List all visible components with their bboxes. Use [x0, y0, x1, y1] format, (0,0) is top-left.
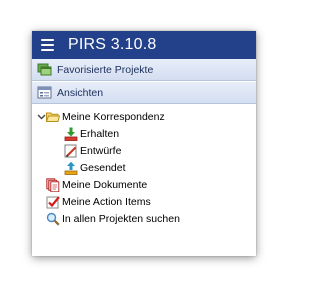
checkbox-checked-icon	[46, 195, 60, 209]
outbox-upload-icon	[64, 161, 78, 175]
tree-item-label: Meine Dokumente	[62, 178, 148, 191]
draft-pencil-icon	[64, 144, 78, 158]
app-title: PIRS 3.10.8	[68, 36, 157, 53]
tree-item-sent[interactable]: Gesendet	[32, 159, 256, 176]
navigation-panel: PIRS 3.10.8 Favorisierte Projekte Ansich…	[32, 31, 256, 256]
section-favorite-projects[interactable]: Favorisierte Projekte	[32, 59, 256, 81]
navigation-tree: Meine Korrespondenz Erhalten Entwürfe Ge…	[32, 104, 256, 227]
chevron-down-icon[interactable]	[36, 112, 46, 122]
tree-item-label: Gesendet	[80, 161, 126, 174]
tree-item-my-correspondence[interactable]: Meine Korrespondenz	[32, 108, 256, 125]
tree-item-received[interactable]: Erhalten	[32, 125, 256, 142]
tree-item-my-documents[interactable]: Meine Dokumente	[32, 176, 256, 193]
inbox-download-icon	[64, 127, 78, 141]
tree-item-label: Erhalten	[80, 127, 120, 140]
views-icon	[37, 86, 53, 100]
documents-icon	[46, 177, 60, 192]
folder-open-icon	[46, 110, 60, 124]
tree-item-label: Meine Action Items	[62, 195, 151, 208]
tree-item-label: Entwürfe	[80, 144, 122, 157]
tree-item-search-all-projects[interactable]: In allen Projekten suchen	[32, 210, 256, 227]
tree-item-drafts[interactable]: Entwürfe	[32, 142, 256, 159]
favorite-projects-label: Favorisierte Projekte	[57, 63, 154, 76]
favorite-projects-icon	[37, 63, 53, 77]
app-header: PIRS 3.10.8	[32, 31, 256, 59]
hamburger-menu-icon[interactable]	[41, 39, 54, 51]
tree-item-label: In allen Projekten suchen	[62, 212, 180, 225]
views-label: Ansichten	[57, 86, 104, 99]
magnifier-search-icon	[46, 212, 60, 226]
tree-item-my-action-items[interactable]: Meine Action Items	[32, 193, 256, 210]
tree-item-label: Meine Korrespondenz	[62, 110, 165, 123]
section-views[interactable]: Ansichten	[32, 81, 256, 104]
